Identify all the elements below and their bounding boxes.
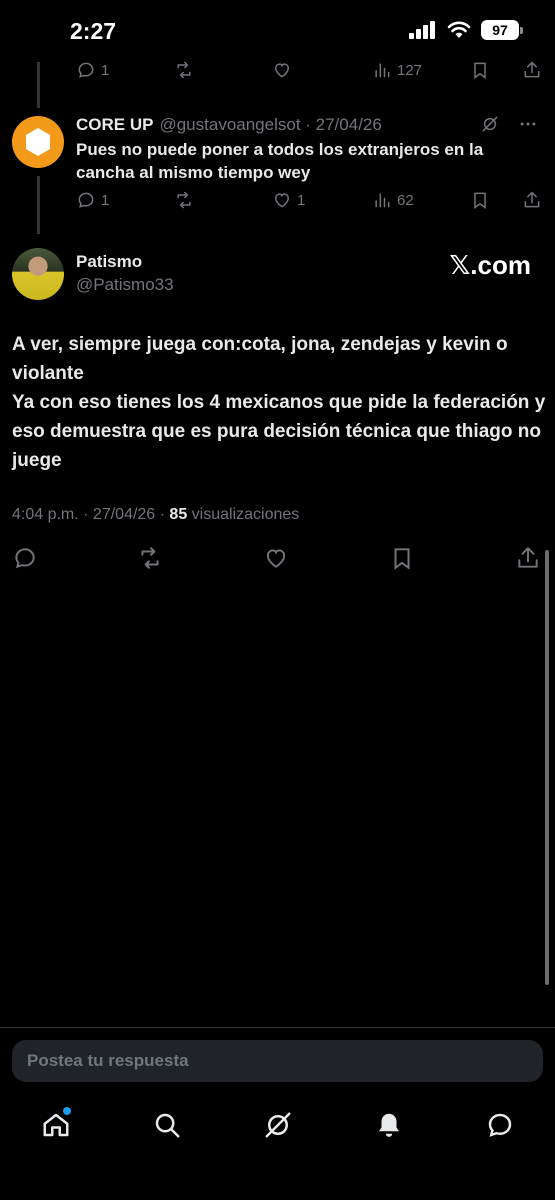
home-indicator: [170, 1187, 385, 1192]
share-icon: [524, 191, 540, 208]
status-time: 2:27: [70, 18, 117, 44]
battery-level: 97: [481, 20, 519, 40]
notification-dot: [63, 1107, 71, 1115]
share-button[interactable]: [522, 190, 542, 210]
nav-messages[interactable]: [483, 1108, 517, 1142]
avatar[interactable]: [12, 248, 64, 300]
reply-icon: [15, 548, 35, 569]
bookmark-icon: [474, 192, 486, 209]
retweet-icon: [177, 191, 191, 209]
bookmark-button[interactable]: [389, 545, 415, 571]
bookmark-icon: [394, 548, 410, 570]
reply-button[interactable]: 1: [76, 190, 109, 210]
reply-icon: [78, 192, 94, 208]
thread-line: [37, 176, 40, 234]
main-tweet-text: A ver, siempre juega con:cota, jona, zen…: [12, 330, 547, 475]
grok-icon: [265, 1112, 291, 1138]
more-options-icon[interactable]: [518, 114, 538, 134]
bookmark-button[interactable]: [470, 60, 490, 80]
reply-icon: [78, 62, 94, 78]
grok-icon[interactable]: [480, 114, 500, 134]
nav-notifications[interactable]: [372, 1108, 406, 1142]
status-icons: 97: [409, 20, 523, 40]
heart-icon: [274, 63, 290, 78]
retweet-button[interactable]: [174, 60, 194, 80]
retweet-icon: [141, 547, 159, 569]
tweet-meta: 4:04 p.m. · 27/04/26 · 85 visualizacione…: [12, 506, 299, 524]
like-button[interactable]: 1: [272, 190, 305, 210]
nav-home[interactable]: [39, 1107, 73, 1142]
bookmark-icon: [474, 62, 486, 79]
reply-button[interactable]: 1: [76, 60, 109, 80]
retweet-button[interactable]: [174, 190, 194, 210]
main-tweet-actions: [0, 545, 555, 575]
thread-line: [37, 62, 40, 108]
reply-button[interactable]: [12, 545, 38, 571]
reply-count: 1: [101, 61, 110, 79]
views-icon: [375, 63, 390, 78]
bell-icon: [379, 1113, 399, 1137]
views-count: 85: [169, 506, 188, 523]
reply-input[interactable]: [12, 1040, 543, 1082]
reply-tweet-actions: 1 1 62: [76, 190, 546, 214]
like-count: 1: [297, 191, 306, 209]
nav-grok[interactable]: [261, 1108, 295, 1142]
views-count: 62: [397, 191, 414, 209]
search-icon: [155, 1113, 180, 1138]
reply-count: 1: [101, 191, 110, 209]
tweet-thread-page: 2:27 97 1 127 CORE UP @gustavoangelsot ·…: [0, 0, 555, 1200]
views-label: visualizaciones: [187, 506, 300, 523]
hexagon-logo-icon: [26, 128, 50, 156]
reply-header-icons: [480, 114, 538, 134]
heart-icon: [274, 193, 290, 208]
share-icon: [524, 61, 540, 78]
like-button[interactable]: [263, 545, 289, 571]
share-icon: [518, 547, 538, 568]
views-button[interactable]: 62: [372, 190, 414, 210]
scrollbar[interactable]: [545, 550, 549, 985]
retweet-button[interactable]: [137, 545, 163, 571]
tweet-timestamp: 4:04 p.m. · 27/04/26 ·: [12, 506, 170, 523]
like-button[interactable]: [272, 60, 292, 80]
reply-author-handle[interactable]: @gustavoangelsot · 27/04/26: [159, 115, 381, 135]
status-bar: 2:27 97: [0, 0, 555, 62]
share-button[interactable]: [522, 60, 542, 80]
views-button[interactable]: 127: [372, 60, 422, 80]
xcom-watermark: 𝕏.com: [449, 250, 531, 280]
main-tweet-line: Ya con eso tienes los 4 mexicanos que pi…: [12, 392, 546, 471]
bottom-nav: [0, 1100, 555, 1150]
heart-icon: [266, 549, 286, 568]
messages-icon: [488, 1113, 512, 1137]
retweet-icon: [177, 61, 191, 79]
bookmark-button[interactable]: [470, 190, 490, 210]
signal-icon: [409, 21, 435, 39]
share-button[interactable]: [515, 545, 541, 571]
previous-tweet-actions: 1 127: [76, 60, 546, 84]
views-count: 127: [397, 61, 423, 79]
reply-tweet-text: Pues no puede poner a todos los extranje…: [76, 140, 484, 182]
reply-tweet-header: CORE UP @gustavoangelsot · 27/04/26: [76, 114, 546, 136]
main-author-handle[interactable]: @Patismo33: [76, 275, 174, 295]
divider: [0, 1027, 555, 1028]
views-icon: [375, 193, 390, 208]
main-tweet-line: A ver, siempre juega con:cota, jona, zen…: [12, 334, 508, 384]
avatar[interactable]: [12, 116, 64, 168]
reply-author-name[interactable]: CORE UP: [76, 115, 153, 135]
battery-icon: 97: [481, 20, 523, 40]
main-author-name[interactable]: Patismo: [76, 252, 142, 272]
nav-search[interactable]: [150, 1108, 184, 1142]
wifi-icon: [447, 21, 471, 38]
